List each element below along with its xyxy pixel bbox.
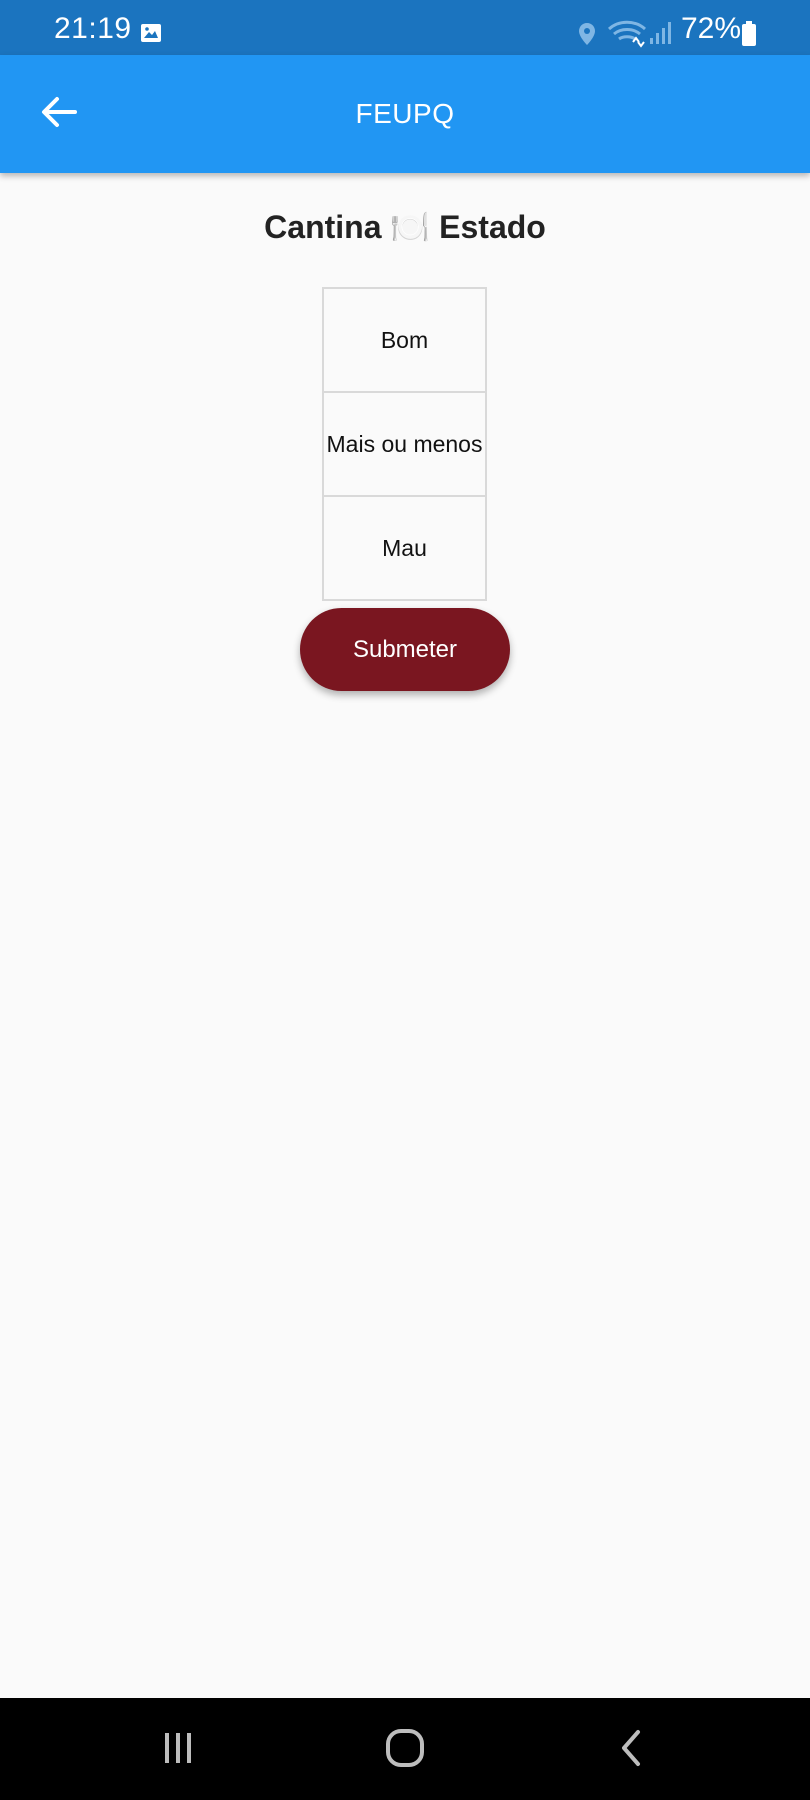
home-icon	[384, 1727, 426, 1774]
location-icon	[577, 22, 597, 46]
back-icon	[617, 1728, 647, 1773]
option-bom[interactable]: Bom	[324, 289, 485, 393]
arrow-left-icon	[41, 96, 77, 133]
submit-button[interactable]: Submeter	[300, 608, 510, 691]
battery-icon	[741, 21, 757, 47]
gallery-icon	[140, 23, 162, 43]
nav-back-button[interactable]	[602, 1722, 662, 1778]
recents-button[interactable]	[148, 1722, 208, 1778]
status-time: 21:19	[54, 12, 132, 45]
signal-icon	[648, 21, 672, 45]
status-bar: 21:19 72%	[0, 0, 810, 55]
page-title: Cantina 🍽️ Estado	[264, 209, 546, 245]
rating-options: Bom Mais ou menos Mau	[322, 287, 487, 601]
app-bar: FEUPQ	[0, 55, 810, 173]
option-mais-ou-menos[interactable]: Mais ou menos	[324, 393, 485, 497]
system-nav-bar	[0, 1698, 810, 1800]
option-mau[interactable]: Mau	[324, 497, 485, 599]
app-title: FEUPQ	[355, 98, 455, 129]
battery-percentage: 72%	[681, 12, 742, 45]
home-button[interactable]	[375, 1722, 435, 1778]
wifi-icon	[607, 20, 647, 48]
back-button[interactable]	[34, 89, 84, 139]
recents-icon	[158, 1728, 198, 1773]
